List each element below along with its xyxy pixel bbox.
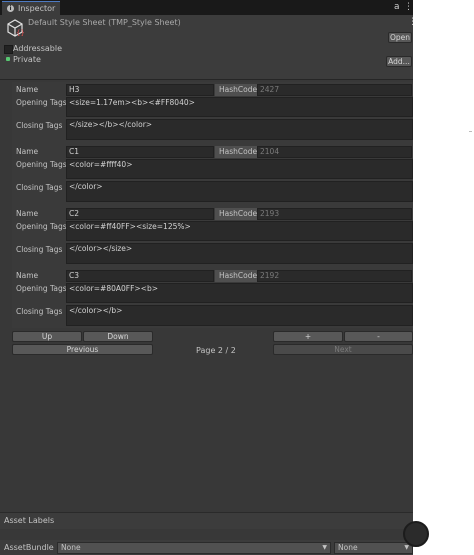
closing-tags-label: Closing Tags xyxy=(16,307,63,316)
name-label: Name xyxy=(16,271,39,280)
closing-tags-label: Closing Tags xyxy=(16,183,63,192)
hashcode-label: HashCode xyxy=(215,270,259,282)
opening-tags-field[interactable]: <color=#ff40FF><size=125%> xyxy=(66,221,413,241)
style-entry: Name C1 HashCode 2104 Opening Tags <colo… xyxy=(12,145,413,203)
hashcode-label: HashCode xyxy=(215,208,259,220)
style-name-field[interactable]: H3 xyxy=(66,84,214,96)
closing-tags-label: Closing Tags xyxy=(16,245,63,254)
hashcode-label: HashCode xyxy=(215,84,259,96)
opening-tags-label: Opening Tags xyxy=(16,160,67,169)
asset-bundle-row: AssetBundle None ▼ None ▼ xyxy=(0,540,413,555)
hashcode-field: 2193 xyxy=(257,208,412,220)
asset-title: Default Style Sheet (TMP_Style Sheet) xyxy=(28,18,181,27)
opening-tags-label: Opening Tags xyxy=(16,98,67,107)
private-check-icon[interactable] xyxy=(6,57,10,61)
style-entry: Name C2 HashCode 2193 Opening Tags <colo… xyxy=(12,207,413,265)
remove-style-button[interactable]: - xyxy=(344,331,413,342)
hashcode-field: 2427 xyxy=(257,84,412,96)
asset-bundle-value: None xyxy=(61,543,81,552)
tab-inspector[interactable]: i Inspector xyxy=(2,1,60,15)
style-name-field[interactable]: C2 xyxy=(66,208,214,220)
asset-bundle-dropdown[interactable]: None ▼ xyxy=(57,542,331,554)
add-style-button[interactable]: + xyxy=(273,331,343,342)
style-entry: Name H3 HashCode 2427 Opening Tags <size… xyxy=(12,83,413,141)
opening-tags-label: Opening Tags xyxy=(16,284,67,293)
style-sheet-icon: {} xyxy=(7,19,24,37)
addressable-label: Addressable xyxy=(13,44,62,53)
asset-variant-value: None xyxy=(338,543,358,552)
asset-variant-dropdown[interactable]: None ▼ xyxy=(334,542,413,554)
opening-tags-field[interactable]: <color=#ffff40> xyxy=(66,159,413,179)
info-icon: i xyxy=(7,5,14,12)
asset-bundle-label: AssetBundle xyxy=(4,543,54,552)
open-button[interactable]: Open xyxy=(388,32,412,43)
hashcode-field: 2104 xyxy=(257,146,412,158)
floating-button[interactable] xyxy=(403,521,429,547)
style-entry: Name C3 HashCode 2192 Opening Tags <colo… xyxy=(12,269,413,327)
divider xyxy=(0,79,413,80)
hashcode-field: 2192 xyxy=(257,270,412,282)
private-label: Private xyxy=(13,55,41,64)
up-button[interactable]: Up xyxy=(12,331,82,342)
inspector-panel: i Inspector a ⋮ {} Default Style Sheet (… xyxy=(0,0,417,555)
down-button[interactable]: Down xyxy=(83,331,153,342)
addressable-checkbox[interactable] xyxy=(4,45,13,54)
hashcode-label: HashCode xyxy=(215,146,259,158)
page-indicator: Page 2 / 2 xyxy=(196,346,236,355)
tab-label: Inspector xyxy=(18,4,56,13)
asset-menu-icon[interactable]: ⋮ xyxy=(408,17,417,27)
next-page-button[interactable]: Next xyxy=(273,344,413,355)
svg-text:{}: {} xyxy=(16,29,24,37)
name-label: Name xyxy=(16,209,39,218)
style-name-field[interactable]: C1 xyxy=(66,146,214,158)
asset-labels-title: Asset Labels xyxy=(4,516,55,525)
tab-menu-icon[interactable]: ⋮ xyxy=(404,2,413,12)
asset-labels-header[interactable]: Asset Labels xyxy=(0,512,413,529)
name-label: Name xyxy=(16,85,39,94)
closing-tags-label: Closing Tags xyxy=(16,121,63,130)
opening-tags-field[interactable]: <size=1.17em><b><#FF8040> xyxy=(66,97,413,117)
closing-tags-field[interactable]: </color></b> xyxy=(66,305,413,326)
opening-tags-field[interactable]: <color=#80A0FF><b> xyxy=(66,283,413,303)
lock-icon[interactable]: a xyxy=(394,2,400,12)
previous-page-button[interactable]: Previous xyxy=(12,344,153,355)
closing-tags-field[interactable]: </color> xyxy=(66,181,413,202)
tab-bar: i Inspector a ⋮ xyxy=(0,0,413,15)
opening-tags-label: Opening Tags xyxy=(16,222,67,231)
closing-tags-field[interactable]: </size></b></color> xyxy=(66,119,413,140)
closing-tags-field[interactable]: </color></size> xyxy=(66,243,413,264)
edge-mark xyxy=(469,131,472,132)
style-name-field[interactable]: C3 xyxy=(66,270,214,282)
name-label: Name xyxy=(16,147,39,156)
dropdown-arrow-icon: ▼ xyxy=(322,544,327,551)
add-button[interactable]: Add... xyxy=(386,56,412,67)
